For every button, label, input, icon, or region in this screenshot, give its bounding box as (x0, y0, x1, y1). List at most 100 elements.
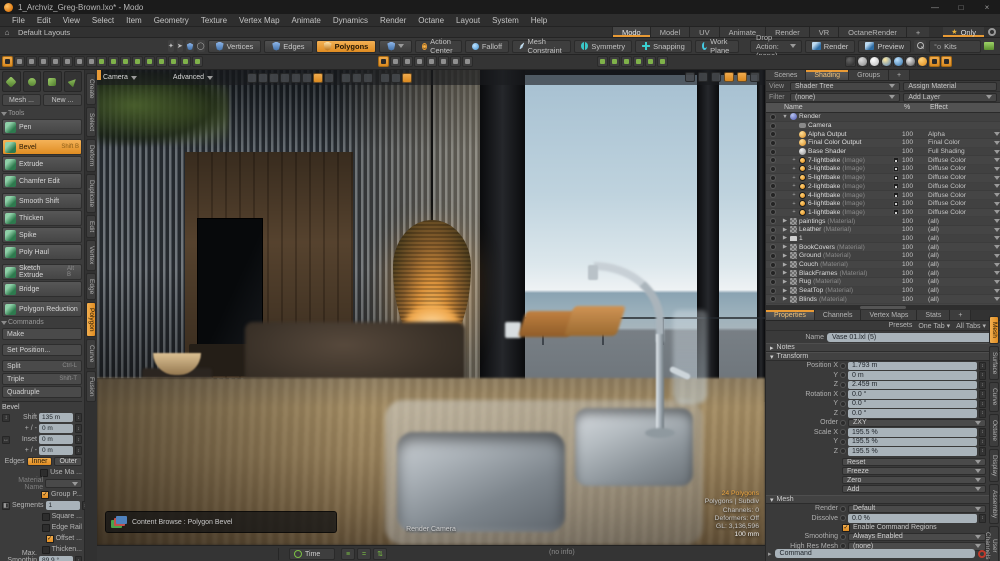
layout-tab-+[interactable]: + (906, 27, 929, 37)
tab-scenes[interactable]: Scenes (766, 70, 806, 80)
field-value[interactable]: 0.0 ° (848, 390, 977, 399)
strip-icon[interactable] (156, 56, 167, 67)
menu-geometry[interactable]: Geometry (148, 16, 195, 25)
bevel-mini-icon[interactable]: ↕ (2, 414, 10, 422)
visibility-eye-icon[interactable] (766, 166, 779, 172)
layer-effect[interactable]: Diffuse Color (928, 165, 990, 172)
tab-curve[interactable]: Curve (86, 339, 96, 368)
new-button[interactable]: New ... (43, 94, 82, 106)
add-layer-select[interactable]: Add Layer (903, 93, 997, 102)
bake-checkbox[interactable] (890, 192, 902, 198)
strip-icon[interactable] (426, 56, 437, 67)
expand-icon[interactable]: + (791, 183, 797, 189)
add-button[interactable]: Add (842, 485, 986, 493)
field-value[interactable]: 195.5 % (848, 438, 977, 447)
visibility-eye-icon[interactable] (766, 131, 779, 137)
spinner-icon[interactable]: ↕ (979, 428, 986, 437)
layer-effect[interactable]: Alpha (928, 131, 990, 138)
side-tab-octane[interactable]: Octane (989, 414, 999, 447)
field-value[interactable]: 0 m (39, 446, 73, 455)
shader-tree-row[interactable]: Base Shader100Full Shading (766, 148, 1000, 157)
strip-icon[interactable] (450, 56, 461, 67)
tool-polygon-reduction[interactable]: Polygon Reduction (2, 301, 82, 317)
spinner-icon[interactable]: ↕ (75, 413, 82, 422)
viewport-header-icon[interactable] (280, 73, 290, 83)
mesh-section-header[interactable]: ▾ Mesh (766, 495, 1000, 504)
viewport-header-icon[interactable] (258, 73, 268, 83)
layer-effect[interactable]: (all) (928, 261, 990, 268)
strip-icon[interactable] (132, 56, 143, 67)
layer-effect[interactable]: (all) (928, 218, 990, 225)
viewport-header-icon[interactable] (341, 73, 351, 83)
viewport-header-icon[interactable] (363, 73, 373, 83)
shader-tree-row[interactable]: Alpha Output100Alpha (766, 130, 1000, 139)
layer-effect[interactable]: Full Shading (928, 148, 990, 155)
expand-icon[interactable]: ▶ (782, 253, 788, 259)
bake-checkbox[interactable] (890, 166, 902, 172)
spinner-icon[interactable]: ↕ (75, 446, 82, 455)
channel-dot-icon[interactable] (840, 401, 846, 407)
visibility-eye-icon[interactable] (766, 201, 779, 207)
snapping-button[interactable]: Snapping (635, 40, 692, 53)
dropdown[interactable]: ZXY (848, 419, 986, 428)
visibility-eye-icon[interactable] (766, 296, 779, 302)
layout-tab-vr[interactable]: VR (809, 27, 838, 37)
tool-thicken[interactable]: Thicken (2, 210, 82, 226)
menu-view[interactable]: View (57, 16, 86, 25)
bake-checkbox[interactable] (890, 201, 902, 207)
channel-dot-icon[interactable] (840, 439, 846, 445)
layer-effect[interactable]: (all) (928, 270, 990, 277)
field-value[interactable]: 89.9 ° (39, 556, 73, 561)
command-triple[interactable]: TripleShift-T (2, 373, 82, 385)
shader-tree-row[interactable]: Camera (766, 122, 1000, 131)
dropdown[interactable]: Always Enabled (848, 533, 986, 542)
tools-header[interactable]: Tools (2, 109, 82, 118)
strip-icon[interactable] (645, 56, 656, 67)
spinner-icon[interactable]: ↕ (979, 381, 986, 390)
shader-tree-row[interactable]: +3-lightbake(Image)100Diffuse Color (766, 165, 1000, 174)
reset-button[interactable]: Reset (842, 458, 986, 466)
pan-icon[interactable] (685, 72, 695, 82)
visibility-eye-icon[interactable] (766, 183, 779, 189)
expand-icon[interactable]: ▶ (782, 288, 788, 294)
menu-select[interactable]: Select (86, 16, 120, 25)
strip-icon[interactable] (390, 56, 401, 67)
channel-dot-icon[interactable] (840, 534, 846, 540)
shading-style-icon[interactable] (845, 56, 856, 67)
expand-icon[interactable]: ▶ (782, 270, 788, 276)
channel-dot-icon[interactable] (840, 506, 846, 512)
layout-tab-model[interactable]: Model (650, 27, 689, 37)
tab-duplicate[interactable]: Duplicate (86, 174, 96, 213)
one-tab-select[interactable]: One Tab ▾ (918, 322, 950, 330)
only-button[interactable]: ★ Only (943, 27, 984, 37)
expand-icon[interactable]: + (791, 157, 797, 163)
shader-tree-row[interactable]: ▶Blinds(Material)100(all) (766, 295, 1000, 304)
expand-icon[interactable]: ▶ (782, 279, 788, 285)
shader-tree-row[interactable]: ▶BlackFrames(Material)100(all) (766, 269, 1000, 278)
layout-tab-uv[interactable]: UV (689, 27, 718, 37)
shader-tree-row[interactable]: Final Color Output100Final Color (766, 139, 1000, 148)
strip-icon[interactable] (50, 56, 61, 67)
zoom-icon[interactable] (711, 72, 721, 82)
bevel-mini-icon[interactable]: ↔ (2, 436, 10, 444)
dropdown[interactable]: Default (848, 505, 986, 514)
render-region-icon[interactable] (737, 72, 747, 82)
checkbox[interactable] (40, 469, 48, 477)
layer-effect[interactable]: (all) (928, 244, 990, 251)
layout-tab-octanerender[interactable]: OctaneRender (838, 27, 906, 37)
tool-bridge[interactable]: Bridge (2, 281, 82, 297)
notes-section-header[interactable]: ▸ Notes (766, 343, 1000, 352)
edges-outer-button[interactable]: Outer (54, 457, 82, 466)
layer-effect[interactable]: Diffuse Color (928, 157, 990, 164)
checkbox[interactable]: ✓ (46, 535, 54, 543)
time-button[interactable]: Time (289, 548, 335, 560)
strip-icon[interactable] (2, 56, 13, 67)
tool-pen[interactable]: Pen (2, 119, 82, 135)
kits-button[interactable]: °o Kits (929, 40, 981, 53)
shader-tree-row[interactable]: ▶Couch(Material)100(all) (766, 261, 1000, 270)
item-name-field[interactable]: Vase 01.lxl (5) (827, 333, 996, 342)
visibility-eye-icon[interactable] (766, 262, 779, 268)
expand-icon[interactable]: ▶ (782, 296, 788, 302)
tool-spike[interactable]: Spike (2, 227, 82, 243)
menu-vertex-map[interactable]: Vertex Map (233, 16, 285, 25)
